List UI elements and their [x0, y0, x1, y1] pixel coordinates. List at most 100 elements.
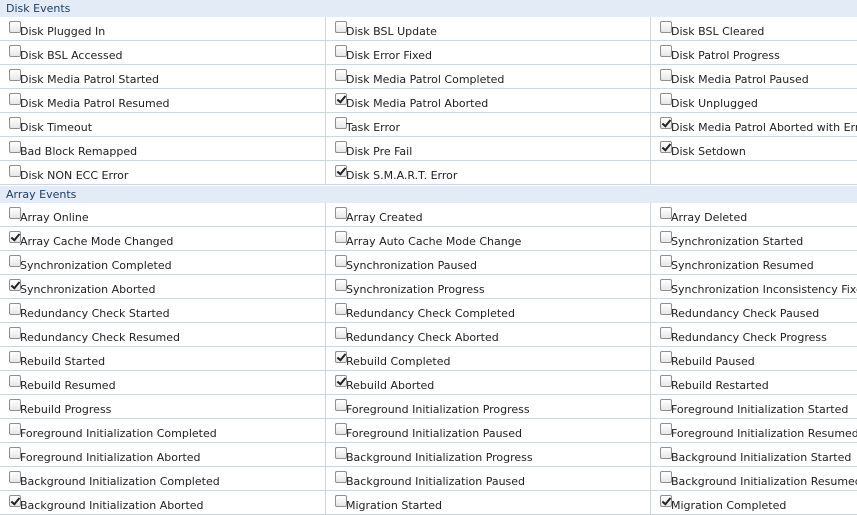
event-label[interactable]: Disk BSL Accessed: [20, 49, 123, 62]
event-option[interactable]: Bad Block Remapped: [0, 137, 326, 161]
event-option[interactable]: Foreground Initialization Paused: [326, 419, 651, 443]
event-label[interactable]: Disk NON ECC Error: [20, 169, 128, 182]
event-label[interactable]: Foreground Initialization Resumed: [671, 427, 857, 440]
event-label[interactable]: Rebuild Aborted: [346, 379, 434, 392]
event-option[interactable]: Disk Media Patrol Completed: [326, 65, 651, 89]
event-option[interactable]: Disk Media Patrol Aborted with Error: [651, 113, 857, 137]
event-label[interactable]: Disk BSL Update: [346, 25, 437, 38]
event-label[interactable]: Foreground Initialization Completed: [20, 427, 217, 440]
event-label[interactable]: Bad Block Remapped: [20, 145, 137, 158]
event-option[interactable]: Array Cache Mode Changed: [0, 227, 326, 251]
event-option[interactable]: Disk NON ECC Error: [0, 161, 326, 185]
event-label[interactable]: Synchronization Started: [671, 235, 803, 248]
event-option[interactable]: Rebuild Resumed: [0, 371, 326, 395]
event-option[interactable]: Rebuild Aborted: [326, 371, 651, 395]
event-option[interactable]: Disk Media Patrol Started: [0, 65, 326, 89]
event-label[interactable]: Redundancy Check Started: [20, 307, 170, 320]
event-option[interactable]: Synchronization Aborted: [0, 275, 326, 299]
event-option[interactable]: Migration Completed: [651, 491, 857, 515]
event-label[interactable]: Disk Media Patrol Resumed: [20, 97, 170, 110]
event-label[interactable]: Background Initialization Aborted: [20, 499, 204, 512]
event-option[interactable]: Redundancy Check Completed: [326, 299, 651, 323]
event-option[interactable]: Disk Media Patrol Resumed: [0, 89, 326, 113]
event-label[interactable]: Rebuild Completed: [346, 355, 450, 368]
event-option[interactable]: Rebuild Progress: [0, 395, 326, 419]
event-option[interactable]: Disk Pre Fail: [326, 137, 651, 161]
event-option[interactable]: Redundancy Check Progress: [651, 323, 857, 347]
event-option[interactable]: Rebuild Started: [0, 347, 326, 371]
event-label[interactable]: Synchronization Paused: [346, 259, 477, 272]
event-option[interactable]: Disk Unplugged: [651, 89, 857, 113]
event-option[interactable]: Redundancy Check Aborted: [326, 323, 651, 347]
event-option[interactable]: Background Initialization Aborted: [0, 491, 326, 515]
event-option[interactable]: Background Initialization Progress: [326, 443, 651, 467]
event-option[interactable]: Disk BSL Update: [326, 17, 651, 41]
event-label[interactable]: Disk Setdown: [671, 145, 746, 158]
event-option[interactable]: Disk BSL Accessed: [0, 41, 326, 65]
event-option[interactable]: Array Deleted: [651, 203, 857, 227]
event-label[interactable]: Background Initialization Paused: [346, 475, 525, 488]
event-label[interactable]: Redundancy Check Aborted: [346, 331, 499, 344]
event-label[interactable]: Synchronization Aborted: [20, 283, 155, 296]
event-label[interactable]: Disk BSL Cleared: [671, 25, 764, 38]
event-option[interactable]: Array Created: [326, 203, 651, 227]
event-label[interactable]: Array Cache Mode Changed: [20, 235, 173, 248]
event-label[interactable]: Migration Completed: [671, 499, 786, 512]
event-label[interactable]: Background Initialization Progress: [346, 451, 533, 464]
event-label[interactable]: Disk Plugged In: [20, 25, 105, 38]
event-label[interactable]: Disk Pre Fail: [346, 145, 412, 158]
event-label[interactable]: Redundancy Check Resumed: [20, 331, 180, 344]
event-option[interactable]: Background Initialization Completed: [0, 467, 326, 491]
event-option[interactable]: Synchronization Resumed: [651, 251, 857, 275]
event-label[interactable]: Disk Media Patrol Started: [20, 73, 159, 86]
event-label[interactable]: Synchronization Resumed: [671, 259, 814, 272]
event-option[interactable]: Background Initialization Started: [651, 443, 857, 467]
event-option[interactable]: Disk Timeout: [0, 113, 326, 137]
event-option[interactable]: Redundancy Check Started: [0, 299, 326, 323]
event-option[interactable]: Disk Patrol Progress: [651, 41, 857, 65]
event-label[interactable]: Disk Media Patrol Paused: [671, 73, 809, 86]
event-label[interactable]: Background Initialization Started: [671, 451, 851, 464]
event-label[interactable]: Synchronization Completed: [20, 259, 172, 272]
event-option[interactable]: Redundancy Check Resumed: [0, 323, 326, 347]
event-option[interactable]: Synchronization Paused: [326, 251, 651, 275]
event-option[interactable]: Array Auto Cache Mode Change: [326, 227, 651, 251]
event-label[interactable]: Array Deleted: [671, 211, 747, 224]
event-option[interactable]: Synchronization Completed: [0, 251, 326, 275]
event-option[interactable]: Migration Started: [326, 491, 651, 515]
event-option[interactable]: Foreground Initialization Started: [651, 395, 857, 419]
event-label[interactable]: Rebuild Paused: [671, 355, 755, 368]
event-label[interactable]: Array Online: [20, 211, 89, 224]
event-label[interactable]: Redundancy Check Paused: [671, 307, 819, 320]
event-label[interactable]: Background Initialization Resumed: [671, 475, 857, 488]
event-label[interactable]: Array Auto Cache Mode Change: [346, 235, 521, 248]
event-option[interactable]: Rebuild Paused: [651, 347, 857, 371]
event-option[interactable]: Foreground Initialization Aborted: [0, 443, 326, 467]
event-label[interactable]: Foreground Initialization Progress: [346, 403, 530, 416]
event-option[interactable]: Disk Error Fixed: [326, 41, 651, 65]
event-option[interactable]: Disk Media Patrol Paused: [651, 65, 857, 89]
event-label[interactable]: Rebuild Resumed: [20, 379, 116, 392]
event-option[interactable]: Redundancy Check Paused: [651, 299, 857, 323]
event-option[interactable]: Disk Plugged In: [0, 17, 326, 41]
event-option[interactable]: Background Initialization Resumed: [651, 467, 857, 491]
event-label[interactable]: Foreground Initialization Aborted: [20, 451, 201, 464]
event-label[interactable]: Disk Media Patrol Aborted: [346, 97, 488, 110]
event-label[interactable]: Rebuild Progress: [20, 403, 111, 416]
event-label[interactable]: Disk Media Patrol Completed: [346, 73, 504, 86]
event-option[interactable]: Foreground Initialization Progress: [326, 395, 651, 419]
event-label[interactable]: Redundancy Check Progress: [671, 331, 827, 344]
event-label[interactable]: Rebuild Started: [20, 355, 105, 368]
event-option[interactable]: Disk Media Patrol Aborted: [326, 89, 651, 113]
event-label[interactable]: Synchronization Progress: [346, 283, 485, 296]
event-label[interactable]: Rebuild Restarted: [671, 379, 769, 392]
event-option[interactable]: Task Error: [326, 113, 651, 137]
event-label[interactable]: Disk Error Fixed: [346, 49, 432, 62]
event-option[interactable]: Disk BSL Cleared: [651, 17, 857, 41]
event-label[interactable]: Disk Unplugged: [671, 97, 758, 110]
event-option[interactable]: Foreground Initialization Resumed: [651, 419, 857, 443]
event-label[interactable]: Disk Timeout: [20, 121, 92, 134]
event-option[interactable]: Background Initialization Paused: [326, 467, 651, 491]
event-label[interactable]: Disk Patrol Progress: [671, 49, 780, 62]
event-option[interactable]: Rebuild Completed: [326, 347, 651, 371]
